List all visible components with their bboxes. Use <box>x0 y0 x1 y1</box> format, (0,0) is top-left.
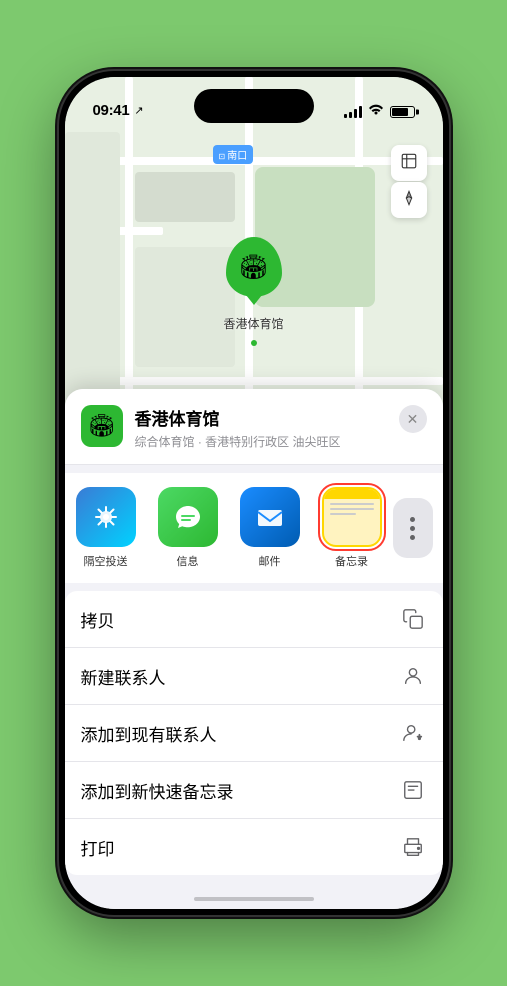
action-list: 拷贝 新建联系人 <box>65 591 443 875</box>
add-notes-label: 添加到新快速备忘录 <box>81 778 234 803</box>
copy-icon <box>399 605 427 633</box>
map-controls <box>391 145 427 218</box>
bottom-sheet: 🏟 香港体育馆 综合体育馆 · 香港特别行政区 油尖旺区 ✕ <box>65 389 443 909</box>
venue-icon: 🏟 <box>81 405 123 447</box>
wifi-icon <box>368 104 384 119</box>
mail-label: 邮件 <box>259 553 281 569</box>
battery-icon <box>390 106 415 118</box>
signal-bars <box>344 106 362 118</box>
map-type-button[interactable] <box>391 145 427 181</box>
location-icon: ↗ <box>134 104 143 117</box>
venue-subtitle: 综合体育馆 · 香港特别行政区 油尖旺区 <box>135 433 387 450</box>
add-existing-icon <box>399 719 427 747</box>
marker-label: 香港体育馆 <box>223 315 283 332</box>
action-new-contact[interactable]: 新建联系人 <box>65 648 443 705</box>
notes-icon <box>322 487 382 547</box>
messages-icon <box>158 487 218 547</box>
status-icons <box>344 104 415 119</box>
add-notes-icon <box>399 776 427 804</box>
location-button[interactable] <box>391 182 427 218</box>
venue-info: 香港体育馆 综合体育馆 · 香港特别行政区 油尖旺区 <box>135 405 387 450</box>
status-time: 09:41 <box>93 102 130 119</box>
notes-label: 备忘录 <box>335 553 368 569</box>
action-add-existing[interactable]: 添加到现有联系人 <box>65 705 443 762</box>
new-contact-label: 新建联系人 <box>81 664 166 689</box>
more-apps[interactable] <box>393 487 433 569</box>
marker-dot <box>250 340 256 346</box>
mail-icon <box>240 487 300 547</box>
building <box>135 172 235 222</box>
notes-header-bar <box>324 489 380 499</box>
action-print[interactable]: 打印 <box>65 819 443 875</box>
share-app-messages[interactable]: 信息 <box>147 487 229 569</box>
action-copy[interactable]: 拷贝 <box>65 591 443 648</box>
signal-bar-1 <box>344 114 347 118</box>
more-dot-2 <box>410 526 415 531</box>
road <box>65 377 443 385</box>
signal-bar-3 <box>354 109 357 118</box>
new-contact-icon <box>399 662 427 690</box>
airdrop-icon <box>76 487 136 547</box>
phone-frame: 09:41 ↗ <box>59 71 449 915</box>
phone-screen: 09:41 ↗ <box>65 77 443 909</box>
home-indicator <box>194 897 314 901</box>
airdrop-label: 隔空投送 <box>84 553 128 569</box>
copy-label: 拷贝 <box>81 607 115 632</box>
signal-bar-4 <box>359 106 362 118</box>
notes-content <box>324 489 380 545</box>
venue-header: 🏟 香港体育馆 综合体育馆 · 香港特别行政区 油尖旺区 ✕ <box>65 389 443 465</box>
signal-bar-2 <box>349 112 352 118</box>
building <box>135 247 235 367</box>
notes-line-2 <box>330 508 374 510</box>
print-icon <box>399 833 427 861</box>
compass-icon <box>401 190 417 211</box>
close-button[interactable]: ✕ <box>399 405 427 433</box>
share-app-airdrop[interactable]: 隔空投送 <box>65 487 147 569</box>
more-dot-1 <box>410 517 415 522</box>
dynamic-island <box>194 89 314 123</box>
print-label: 打印 <box>81 835 115 860</box>
more-apps-icon <box>393 498 433 558</box>
notes-line-1 <box>330 503 374 505</box>
venue-name: 香港体育馆 <box>135 405 387 430</box>
road <box>65 157 443 165</box>
venue-emoji-icon: 🏟 <box>88 413 116 439</box>
map-entrance-label: 南口 <box>213 145 254 164</box>
marker-pin: 🏟 <box>225 237 281 297</box>
stadium-marker[interactable]: 🏟 香港体育馆 <box>223 237 283 332</box>
close-icon: ✕ <box>407 411 419 428</box>
messages-label: 信息 <box>177 553 199 569</box>
battery-fill <box>392 108 409 116</box>
add-existing-label: 添加到现有联系人 <box>81 721 217 746</box>
more-dot-3 <box>410 535 415 540</box>
action-add-notes[interactable]: 添加到新快速备忘录 <box>65 762 443 819</box>
stadium-pin-icon: 🏟 <box>238 253 268 282</box>
share-app-notes[interactable]: 备忘录 <box>311 487 393 569</box>
share-app-mail[interactable]: 邮件 <box>229 487 311 569</box>
map-type-icon <box>400 152 418 175</box>
share-apps-row: 隔空投送 信息 <box>65 473 443 583</box>
notes-line-3 <box>330 513 356 515</box>
